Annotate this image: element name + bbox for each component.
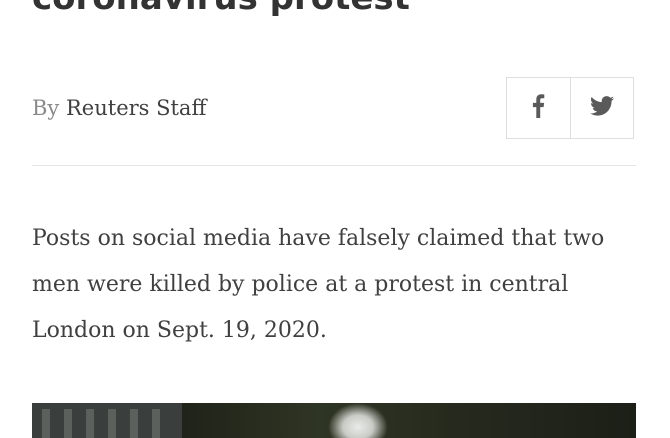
facebook-share-button[interactable] <box>507 78 570 138</box>
article-headline: coronavirus protest <box>32 0 410 20</box>
image-windows <box>42 409 172 438</box>
image-fountain <box>328 403 388 438</box>
article-lede: Posts on social media have falsely claim… <box>32 226 605 343</box>
byline-author[interactable]: Reuters Staff <box>66 96 206 120</box>
article-hero-image <box>32 403 636 438</box>
share-buttons <box>506 77 634 139</box>
twitter-icon <box>589 96 614 120</box>
byline-divider <box>32 165 636 166</box>
image-trees <box>182 403 636 438</box>
twitter-share-button[interactable] <box>569 78 634 138</box>
facebook-icon <box>531 94 545 122</box>
byline-prefix: By <box>32 96 60 120</box>
byline: By Reuters Staff <box>32 94 206 122</box>
